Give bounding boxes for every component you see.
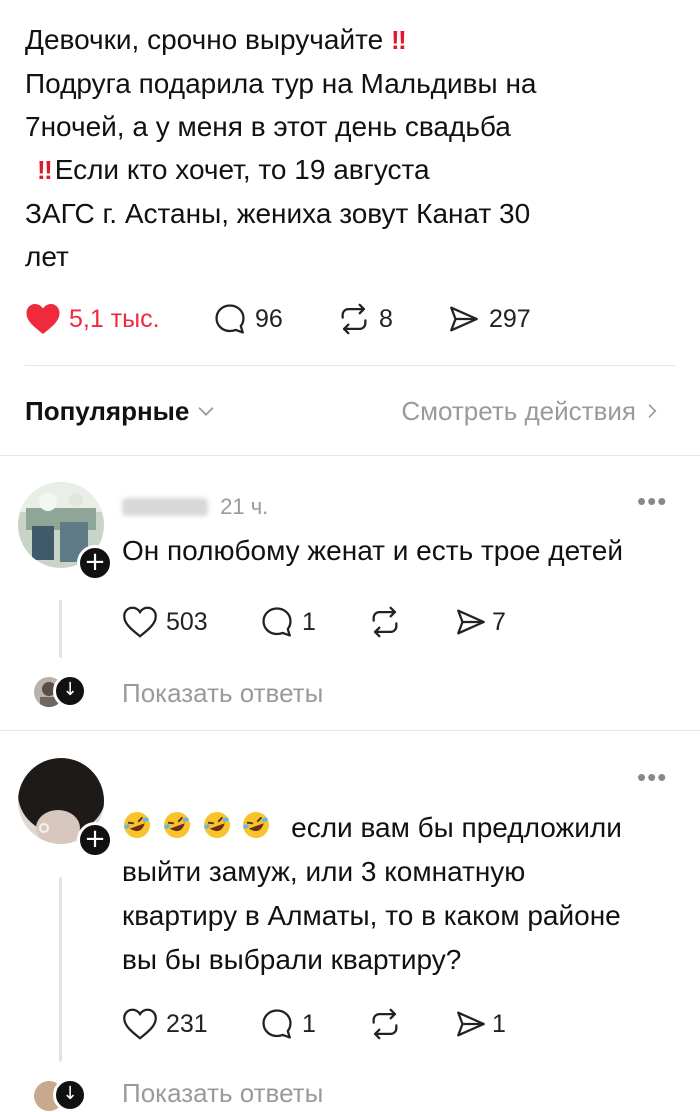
- expand-down-icon[interactable]: ↓: [53, 674, 87, 708]
- username-blurred: [122, 498, 208, 516]
- comment-meta: 21 ч.: [122, 494, 352, 522]
- like-count: 5,1 тыс.: [69, 304, 160, 333]
- timestamp: 21 ч.: [220, 494, 269, 519]
- like-button[interactable]: 503: [122, 605, 260, 639]
- repost-button[interactable]: [368, 605, 454, 639]
- post-text: Девочки, срочно выручайте ‼ Подруга пода…: [25, 18, 665, 278]
- reply-count: 1: [302, 607, 316, 636]
- repost-button[interactable]: 8: [337, 302, 447, 336]
- repost-icon: [372, 1008, 398, 1040]
- double-exclamation-icon: ‼: [390, 25, 407, 55]
- follow-plus-button[interactable]: +: [77, 822, 113, 858]
- chevron-right-icon: [648, 404, 657, 418]
- comment-icon: [215, 304, 245, 334]
- thread-line: [59, 877, 62, 1062]
- send-icon: [457, 1011, 485, 1037]
- post-line: Подруга подарила тур на Мальдивы на: [25, 68, 537, 99]
- chevron-down-icon: [198, 407, 214, 416]
- like-count: 231: [166, 1009, 208, 1038]
- double-exclamation-icon: ‼: [37, 155, 53, 185]
- view-activity-label: Смотреть действия: [401, 395, 636, 426]
- comment-icon: [262, 607, 292, 637]
- comment-line: квартиру в Алматы, то в каком районе: [122, 900, 621, 931]
- heart-icon: [123, 606, 157, 638]
- share-button[interactable]: 297: [447, 302, 531, 336]
- repost-count: 8: [379, 304, 393, 333]
- follow-plus-button[interactable]: +: [77, 545, 113, 581]
- post-actions: 5,1 тыс. 96 8 297: [25, 297, 531, 341]
- comment-actions: 231 1 1: [122, 1002, 506, 1046]
- share-count: 1: [492, 1009, 506, 1038]
- share-button[interactable]: 1: [454, 1007, 506, 1041]
- divider: [0, 455, 700, 456]
- heart-filled-icon: [26, 304, 60, 334]
- divider: [0, 730, 700, 731]
- rofl-emoji-group: [122, 812, 281, 843]
- post-line: Девочки, срочно выручайте ‼: [25, 24, 407, 55]
- share-button[interactable]: 7: [454, 605, 506, 639]
- send-icon: [457, 609, 485, 635]
- more-options-icon[interactable]: •••: [637, 762, 667, 793]
- reply-count: 1: [302, 1009, 316, 1038]
- post-line: ‼ Если кто хочет, то 19 августа: [37, 154, 430, 185]
- view-activity-link[interactable]: Смотреть действия: [401, 396, 662, 427]
- rofl-emoji-icon: [243, 812, 270, 838]
- repost-button[interactable]: [368, 1007, 454, 1041]
- like-count: 503: [166, 607, 208, 636]
- rofl-emoji-icon: [163, 812, 190, 838]
- comment-text: Он полюбому женат и есть трое детей: [122, 535, 623, 566]
- comment-line: если вам бы предложили: [122, 806, 692, 850]
- repost-icon: [341, 303, 367, 335]
- reply-button[interactable]: 1: [260, 1007, 368, 1041]
- comment-text: если вам бы предложили выйти замуж, или …: [122, 806, 692, 982]
- comments-sort-bar: Популярные Смотреть действия: [25, 388, 662, 434]
- expand-down-icon[interactable]: ↓: [53, 1078, 87, 1112]
- sort-label: Популярные: [25, 395, 190, 426]
- comment-line: вы бы выбрали квартиру?: [122, 944, 462, 975]
- comment-line: выйти замуж, или 3 комнатную: [122, 856, 526, 887]
- more-options-icon[interactable]: •••: [637, 486, 667, 517]
- sort-dropdown[interactable]: Популярные: [25, 396, 217, 427]
- send-icon: [450, 306, 478, 332]
- repost-icon: [372, 606, 398, 638]
- thread-line: [59, 600, 62, 658]
- comment-actions: 503 1 7: [122, 600, 506, 644]
- share-count: 297: [489, 304, 531, 333]
- like-button[interactable]: 5,1 тыс.: [25, 302, 213, 336]
- post-line: лет: [25, 241, 69, 272]
- like-button[interactable]: 231: [122, 1007, 260, 1041]
- comment-count: 96: [255, 304, 283, 333]
- rofl-emoji-icon: [203, 812, 230, 838]
- comment-icon: [262, 1009, 292, 1039]
- show-replies-link[interactable]: Показать ответы: [122, 678, 323, 709]
- divider: [25, 365, 675, 366]
- share-count: 7: [492, 607, 506, 636]
- comment-button[interactable]: 96: [213, 302, 337, 336]
- rofl-emoji-icon: [124, 812, 150, 838]
- reply-button[interactable]: 1: [260, 605, 368, 639]
- post-line: 7ночей, а у меня в этот день свадьба: [25, 111, 511, 142]
- heart-icon: [123, 1008, 157, 1040]
- post-line: ЗАГС г. Астаны, жениха зовут Канат 30: [25, 198, 531, 229]
- show-replies-link[interactable]: Показать ответы: [122, 1078, 323, 1109]
